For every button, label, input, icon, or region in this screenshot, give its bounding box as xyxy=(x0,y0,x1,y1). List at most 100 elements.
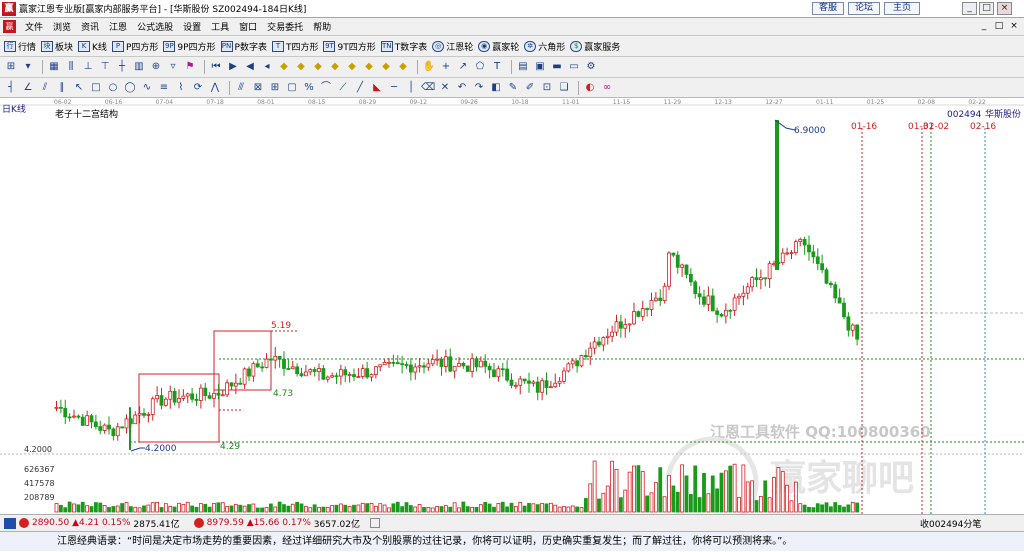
color-icon[interactable]: ◧ xyxy=(489,81,503,95)
diamond-4-icon[interactable]: ◆ xyxy=(328,60,342,74)
gann-grid-icon[interactable]: ⊞ xyxy=(268,81,282,95)
customer-service-link[interactable]: 客服 xyxy=(812,2,844,15)
shape-icon[interactable]: ⬠ xyxy=(473,60,487,74)
cycle-icon[interactable]: ⟳ xyxy=(191,81,205,95)
print-icon[interactable]: ▭ xyxy=(567,60,581,74)
chart-type-icon[interactable]: ▦ xyxy=(47,60,61,74)
status-toggle-icon[interactable] xyxy=(369,518,380,528)
homepage-link[interactable]: 主页 xyxy=(884,2,920,15)
arc-icon[interactable]: ⌒ xyxy=(319,81,333,95)
flag-icon[interactable]: ⚑ xyxy=(183,60,197,74)
infinity-icon[interactable]: ∞ xyxy=(600,81,614,95)
diamond-3-icon[interactable]: ◆ xyxy=(311,60,325,74)
hline-icon[interactable]: ─ xyxy=(387,81,401,95)
trend-icon[interactable]: ↗ xyxy=(456,60,470,74)
lock-icon[interactable]: ⊡ xyxy=(540,81,554,95)
gann-fan-icon[interactable]: ⫻ xyxy=(234,81,248,95)
maximize-button[interactable]: □ xyxy=(979,2,994,15)
winner-service-button[interactable]: $ 赢家服务 xyxy=(570,40,620,53)
sector-button[interactable]: 块板块 xyxy=(41,40,73,53)
speed-icon[interactable]: ⟋ xyxy=(336,81,350,95)
bar-up-icon[interactable]: ⊤ xyxy=(98,60,112,74)
volume-icon[interactable]: ▥ xyxy=(132,60,146,74)
menu-formula-screen[interactable]: 公式选股 xyxy=(132,20,178,33)
prev-icon[interactable]: ◂ xyxy=(260,60,274,74)
text-icon[interactable]: T xyxy=(490,60,504,74)
market-icon[interactable] xyxy=(4,517,16,529)
square-icon[interactable]: ▢ xyxy=(285,81,299,95)
pen-icon[interactable]: ✎ xyxy=(506,81,520,95)
line-tool-icon[interactable]: ╱ xyxy=(353,81,367,95)
hexagon-button[interactable]: ✲ 六角形 xyxy=(524,40,565,53)
marker-icon[interactable]: ✐ xyxy=(523,81,537,95)
kline-button[interactable]: K K线 xyxy=(78,40,107,53)
palette-icon[interactable]: ◐ xyxy=(583,81,597,95)
inner-restore-button[interactable]: □ xyxy=(993,20,1005,32)
first-icon[interactable]: ⏮ xyxy=(209,60,223,74)
calc-icon[interactable]: ▣ xyxy=(533,60,547,74)
menu-settings[interactable]: 设置 xyxy=(178,20,206,33)
grid-icon[interactable]: ⊞ xyxy=(4,60,18,74)
arrow-icon[interactable]: ↖ xyxy=(72,81,86,95)
p-number-table-button[interactable]: PN P数字表 xyxy=(220,40,267,53)
winner-wheel-button[interactable]: ◉ 赢家轮 xyxy=(478,40,519,53)
percent-icon[interactable]: % xyxy=(302,81,316,95)
zoom-icon[interactable]: ⊕ xyxy=(149,60,163,74)
menu-browse[interactable]: 浏览 xyxy=(48,20,76,33)
menu-help[interactable]: 帮助 xyxy=(308,20,336,33)
time-icon[interactable]: ⌇ xyxy=(174,81,188,95)
line-icon[interactable]: ┼ xyxy=(115,60,129,74)
diamond-1-icon[interactable]: ◆ xyxy=(277,60,291,74)
menu-file[interactable]: 文件 xyxy=(20,20,48,33)
minimize-button[interactable]: _ xyxy=(962,2,977,15)
diamond-7-icon[interactable]: ◆ xyxy=(379,60,393,74)
mark-icon[interactable]: ◣ xyxy=(370,81,384,95)
9t-square-button[interactable]: 9T 9T四方形 xyxy=(323,40,376,53)
circle-icon[interactable]: ○ xyxy=(106,81,120,95)
step-forward-icon[interactable]: ▶ xyxy=(226,60,240,74)
delete-icon[interactable]: ✕ xyxy=(438,81,452,95)
gann-box-icon[interactable]: ⊠ xyxy=(251,81,265,95)
diamond-8-icon[interactable]: ◆ xyxy=(396,60,410,74)
undo-icon[interactable]: ↶ xyxy=(455,81,469,95)
chevron-down-icon[interactable]: ▾ xyxy=(21,60,35,74)
save-icon[interactable]: ▬ xyxy=(550,60,564,74)
candle-icon[interactable]: ⫼ xyxy=(64,60,78,74)
box-icon[interactable]: □ xyxy=(89,81,103,95)
tools-icon[interactable]: ⚙ xyxy=(584,60,598,74)
fib-icon[interactable]: ≡ xyxy=(157,81,171,95)
redo-icon[interactable]: ↷ xyxy=(472,81,486,95)
menu-trade[interactable]: 交易委托 xyxy=(262,20,308,33)
vline-icon[interactable]: │ xyxy=(404,81,418,95)
ellipse-icon[interactable]: ◯ xyxy=(123,81,137,95)
t-number-table-button[interactable]: TN T数字表 xyxy=(380,40,427,53)
erase-icon[interactable]: ⌫ xyxy=(421,81,435,95)
diamond-2-icon[interactable]: ◆ xyxy=(294,60,308,74)
zigzag-icon[interactable]: ⋀ xyxy=(208,81,222,95)
bar-icon[interactable]: ⊥ xyxy=(81,60,95,74)
t-square-button[interactable]: T T四方形 xyxy=(271,40,318,53)
quotes-button[interactable]: 行行情 xyxy=(4,40,36,53)
close-button[interactable]: × xyxy=(997,2,1012,15)
gann-wheel-button[interactable]: ◎ 江恩轮 xyxy=(432,40,473,53)
inner-minimize-button[interactable]: _ xyxy=(978,20,990,32)
angle-icon[interactable]: ∠ xyxy=(21,81,35,95)
diamond-6-icon[interactable]: ◆ xyxy=(362,60,376,74)
menu-tools[interactable]: 工具 xyxy=(206,20,234,33)
step-back-icon[interactable]: ◀ xyxy=(243,60,257,74)
9p-square-button[interactable]: 9P 9P四方形 xyxy=(163,40,216,53)
menu-window[interactable]: 窗口 xyxy=(234,20,262,33)
diamond-5-icon[interactable]: ◆ xyxy=(345,60,359,74)
crosshair-icon[interactable]: + xyxy=(439,60,453,74)
layers-icon[interactable]: ❏ xyxy=(557,81,571,95)
wave-icon[interactable]: ∿ xyxy=(140,81,154,95)
inner-close-button[interactable]: × xyxy=(1008,20,1020,32)
kline-chart[interactable]: 06-02 06-16 07-04 07-18 08-01 08-15 08-29 09-12… xyxy=(0,98,1024,530)
table-icon[interactable]: ▤ xyxy=(516,60,530,74)
ruler-icon[interactable]: ┤ xyxy=(4,81,18,95)
select-icon[interactable]: ▿ xyxy=(166,60,180,74)
chart-area[interactable]: 06-02 06-16 07-04 07-18 08-01 08-15 08-29 09-12… xyxy=(0,98,1024,530)
p-square-button[interactable]: P P四方形 xyxy=(111,40,158,53)
forum-link[interactable]: 论坛 xyxy=(848,2,880,15)
menu-gann[interactable]: 江恩 xyxy=(104,20,132,33)
